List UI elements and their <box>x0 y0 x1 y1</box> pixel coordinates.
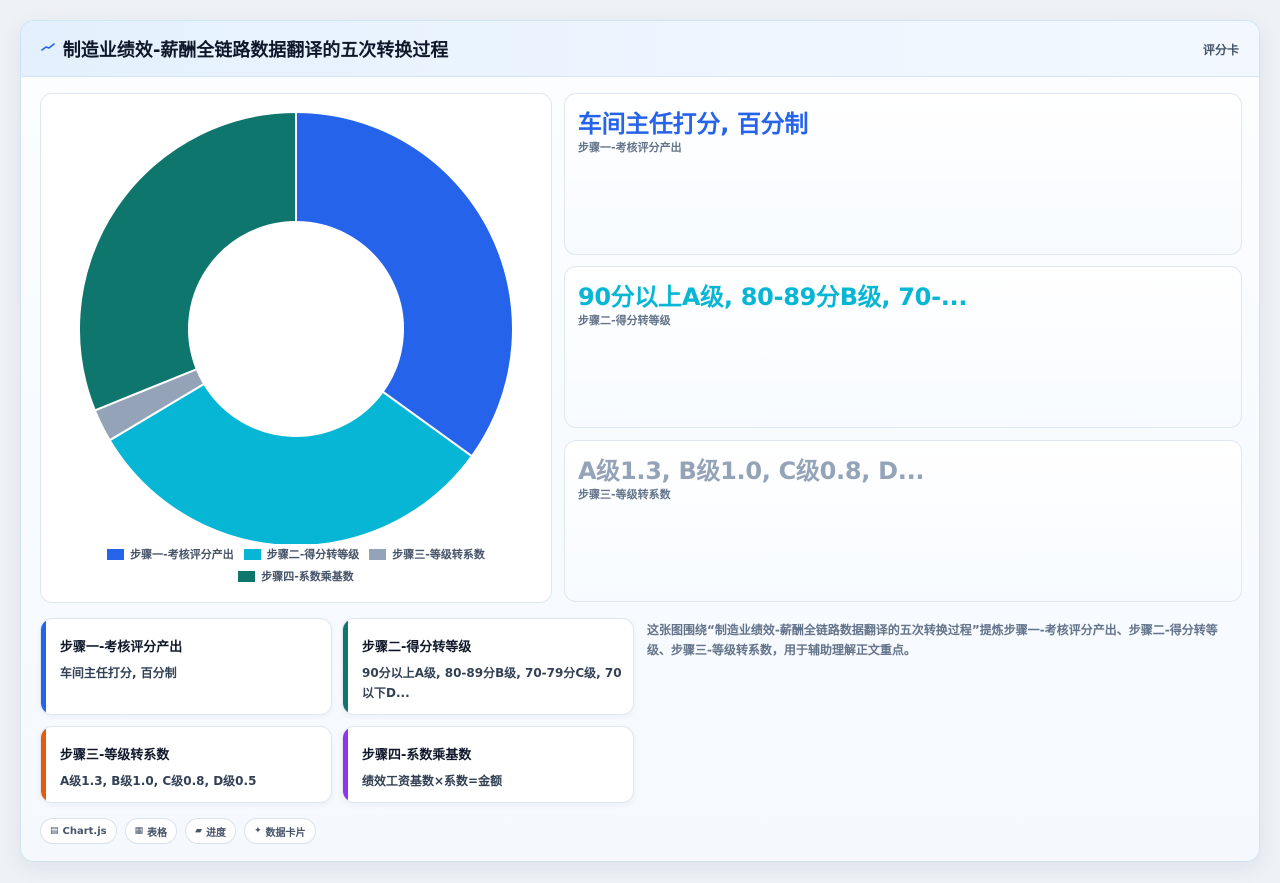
tech-chip[interactable]: ▰ 进度 <box>185 818 237 844</box>
kpi-card: 车间主任打分, 百分制 步骤一-考核评分产出 <box>564 93 1242 255</box>
legend-swatch <box>243 548 261 560</box>
sparkle-icon: ✦ <box>254 826 262 836</box>
chip-label: 进度 <box>206 827 227 839</box>
legend-label: 步骤四-系数乘基数 <box>261 570 354 583</box>
step-description: 90分以上A级, 80-89分B级, 70-79分C级, 70以下D... <box>362 666 622 700</box>
donut-chart <box>78 110 514 544</box>
panel-header: 制造业绩效-薪酬全链路数据翻译的五次转换过程 评分卡 <box>21 21 1259 77</box>
legend-label: 步骤一-考核评分产出 <box>130 548 234 561</box>
chart-legend: 步骤一-考核评分产出 步骤二-得分转等级 步骤三-等级转系数步骤四-系数乘基数 <box>41 543 551 587</box>
kpi-card: 90分以上A级, 80-89分B级, 70-... 步骤二-得分转等级 <box>564 266 1242 428</box>
tech-chip[interactable]: ▦ 表格 <box>124 818 178 844</box>
step-description: A级1.3, B级1.0, C级0.8, D级0.5 <box>60 774 257 788</box>
table-icon: ▦ <box>134 826 144 836</box>
legend-row: 步骤一-考核评分产出 步骤二-得分转等级 步骤三-等级转系数 <box>41 543 551 565</box>
legend-row: 步骤四-系数乘基数 <box>41 565 551 587</box>
step-card: 步骤三-等级转系数 A级1.3, B级1.0, C级0.8, D级0.5 <box>40 726 332 803</box>
legend-label: 步骤三-等级转系数 <box>392 548 485 561</box>
chip-label: 数据卡片 <box>265 827 306 839</box>
chip-label: Chart.js <box>62 825 107 837</box>
chip-label: 表格 <box>147 827 168 839</box>
step-card: 步骤二-得分转等级 90分以上A级, 80-89分B级, 70-79分C级, 7… <box>342 618 634 715</box>
step-accent-bar <box>41 727 46 802</box>
chart-icon: ▤ <box>50 826 59 836</box>
kpi-value: A级1.3, B级1.0, C级0.8, D... <box>578 457 925 485</box>
tech-chips: ▤ Chart.js ▦ 表格 ▰ 进度 ✦ 数据卡片 <box>40 818 316 844</box>
pulse-icon <box>41 43 55 51</box>
step-title: 步骤二-得分转等级 <box>362 640 472 655</box>
legend-swatch <box>107 548 125 560</box>
step-accent-bar <box>41 619 46 714</box>
kpi-label: 步骤三-等级转系数 <box>578 488 671 501</box>
progress-icon: ▰ <box>195 826 203 836</box>
summary-text: 这张图围绕“制造业绩效-薪酬全链路数据翻译的五次转换过程”提炼步骤一-考核评分产… <box>647 623 1218 657</box>
step-accent-bar <box>343 619 348 714</box>
step-title: 步骤四-系数乘基数 <box>362 748 472 763</box>
tech-chip[interactable]: ✦ 数据卡片 <box>244 818 316 844</box>
page-title: 制造业绩效-薪酬全链路数据翻译的五次转换过程 <box>63 40 449 61</box>
legend-label: 步骤二-得分转等级 <box>266 548 360 561</box>
donut-chart-panel: 步骤一-考核评分产出 步骤二-得分转等级 步骤三-等级转系数步骤四-系数乘基数 <box>40 93 552 603</box>
step-card: 步骤一-考核评分产出 车间主任打分, 百分制 <box>40 618 332 715</box>
kpi-value: 车间主任打分, 百分制 <box>578 110 809 138</box>
legend-item[interactable]: 步骤四-系数乘基数 <box>238 568 354 584</box>
step-description: 车间主任打分, 百分制 <box>60 666 177 680</box>
kpi-card: A级1.3, B级1.0, C级0.8, D... 步骤三-等级转系数 <box>564 440 1242 602</box>
header-tag: 评分卡 <box>1202 43 1239 57</box>
legend-item[interactable]: 步骤一-考核评分产出 <box>107 546 234 562</box>
step-title: 步骤三-等级转系数 <box>60 748 170 763</box>
step-accent-bar <box>343 727 348 802</box>
donut-slice-4[interactable] <box>78 110 297 412</box>
legend-item[interactable]: 步骤三-等级转系数 <box>369 546 485 562</box>
donut-slice-1[interactable] <box>295 110 514 458</box>
step-description: 绩效工资基数×系数=金额 <box>362 774 503 788</box>
kpi-value: 90分以上A级, 80-89分B级, 70-... <box>578 283 968 311</box>
step-card: 步骤四-系数乘基数 绩效工资基数×系数=金额 <box>342 726 634 803</box>
scorecard-panel: 制造业绩效-薪酬全链路数据翻译的五次转换过程 评分卡 步骤一-考核评分产出 步骤二… <box>20 20 1260 862</box>
kpi-label: 步骤二-得分转等级 <box>578 314 671 327</box>
legend-swatch <box>238 570 256 582</box>
legend-swatch <box>369 548 387 560</box>
legend-item[interactable]: 步骤二-得分转等级 <box>243 546 360 562</box>
step-title: 步骤一-考核评分产出 <box>60 640 183 655</box>
kpi-label: 步骤一-考核评分产出 <box>578 141 682 154</box>
tech-chip[interactable]: ▤ Chart.js <box>40 818 117 844</box>
